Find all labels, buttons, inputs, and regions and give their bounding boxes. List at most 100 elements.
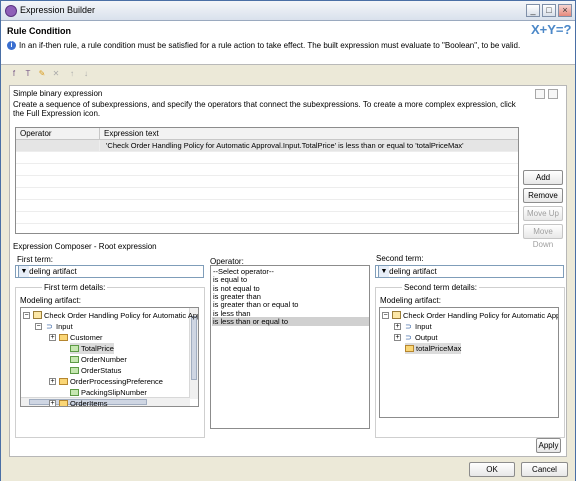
move-down-button[interactable]: Move Down — [523, 224, 563, 249]
second-term-tree[interactable]: − Check Order Handling Policy for Automat… — [379, 307, 559, 418]
binary-expression-description: Create a sequence of subexpressions, and… — [13, 100, 516, 118]
first-modeling-artifact-label: Modeling artifact: — [20, 296, 81, 305]
folder-icon — [59, 334, 68, 341]
tree-node[interactable]: totalPriceMax — [405, 343, 462, 354]
column-operator[interactable]: Operator — [16, 128, 100, 140]
tree-node[interactable]: PackingSlipNumber — [70, 387, 147, 398]
second-term-details-label: Second term details: — [402, 283, 479, 292]
remove-button[interactable]: Remove — [523, 188, 563, 203]
row-operator — [16, 140, 100, 152]
first-term-label: First term: — [17, 255, 53, 264]
input-icon: ⊃ — [405, 333, 412, 342]
tree-node-label: OrderNumber — [81, 355, 127, 364]
full-expression-icon[interactable]: f — [9, 69, 19, 79]
tree-node-label: OrderItems — [70, 399, 108, 407]
tree-node[interactable]: − Check Order Handling Policy for Automat… — [382, 310, 559, 321]
tree-node-label: Check Order Handling Policy for Automati… — [403, 311, 559, 320]
table-row[interactable]: 'Check Order Handling Policy for Automat… — [16, 140, 518, 152]
expression-builder-logo-icon: X+Y=? — [531, 22, 572, 37]
table-row-empty — [16, 188, 518, 200]
tree-node[interactable]: TotalPrice — [70, 343, 114, 354]
expression-table[interactable]: Operator Expression text 'Check Order Ha… — [15, 127, 519, 234]
first-term-tree[interactable]: − Check Order Handling Policy for Automat… — [20, 307, 199, 407]
operator-list[interactable]: --Select operator-- is equal to is not equ… — [210, 265, 370, 429]
expand-icon[interactable]: + — [49, 334, 56, 341]
tree-node[interactable]: + ⊃ Input — [394, 321, 432, 332]
second-term-select[interactable]: Modeling artifact ▼ — [375, 265, 564, 278]
folder-icon — [405, 345, 414, 352]
tree-view-icon[interactable] — [548, 89, 558, 99]
dialog-description: In an if-then rule, a rule condition mus… — [19, 41, 521, 50]
collapse-icon[interactable]: − — [35, 323, 42, 330]
tree-node[interactable]: OrderStatus — [70, 365, 121, 376]
tree-node[interactable]: + ⊃ Output — [394, 332, 438, 343]
table-row-empty — [16, 152, 518, 164]
add-button[interactable]: Add — [523, 170, 563, 185]
collapse-icon[interactable]: − — [23, 312, 30, 319]
chevron-down-icon[interactable]: ▼ — [378, 266, 389, 277]
tree-node-label: totalPriceMax — [416, 344, 462, 353]
dialog-title: Rule Condition — [7, 26, 71, 36]
up-arrow-icon[interactable]: ↑ — [67, 69, 77, 79]
maximize-button[interactable]: □ — [542, 4, 556, 17]
delete-icon[interactable]: ✕ — [51, 69, 61, 79]
folder-icon — [59, 400, 68, 406]
cancel-button[interactable]: Cancel — [521, 462, 568, 477]
expand-icon[interactable]: + — [49, 378, 56, 385]
tree-node[interactable]: − Check Order Handling Policy for Automat… — [23, 310, 199, 321]
scrollbar[interactable] — [189, 308, 198, 399]
tree-node[interactable]: − ⊃ Input — [35, 321, 73, 332]
tree-node-label: OrderProcessingPreference — [70, 377, 163, 386]
app-icon — [5, 5, 17, 17]
close-button[interactable]: × — [558, 4, 572, 17]
down-arrow-icon[interactable]: ↓ — [81, 69, 91, 79]
tree-node[interactable]: OrderNumber — [70, 354, 127, 365]
second-term-label: Second term: — [376, 254, 424, 263]
row-expression-text: 'Check Order Handling Policy for Automat… — [100, 140, 518, 152]
tree-node[interactable]: + Customer — [49, 332, 103, 343]
minimize-button[interactable]: _ — [526, 4, 540, 17]
field-icon — [70, 345, 79, 352]
column-expression-text[interactable]: Expression text — [100, 128, 518, 140]
field-icon — [70, 367, 79, 374]
tree-node[interactable]: + OrderItems — [49, 398, 108, 407]
table-row-empty — [16, 164, 518, 176]
title-bar[interactable]: Expression Builder _ □ × — [1, 1, 575, 21]
table-row-empty — [16, 212, 518, 224]
table-row-empty — [16, 176, 518, 188]
folder-icon — [59, 378, 68, 385]
operator-option[interactable]: is less than or equal to — [212, 316, 369, 326]
move-up-button[interactable]: Move Up — [523, 206, 563, 221]
edit-icon[interactable]: ✎ — [37, 69, 47, 79]
tree-node-label: TotalPrice — [81, 344, 114, 353]
document-icon — [392, 311, 401, 319]
tree-node-label: PackingSlipNumber — [81, 388, 147, 397]
dialog-header: Rule Condition i In an if-then rule, a r… — [1, 21, 575, 65]
apply-button[interactable]: Apply — [536, 438, 561, 453]
tree-node[interactable]: + OrderProcessingPreference — [49, 376, 163, 387]
expand-icon[interactable]: + — [49, 400, 56, 406]
tree-node-label: Output — [415, 333, 438, 342]
ok-button[interactable]: OK — [469, 462, 515, 477]
tree-node-label: OrderStatus — [81, 366, 122, 375]
info-icon: i — [7, 41, 16, 50]
tree-node-label: Check Order Handling Policy for Automati… — [44, 311, 199, 320]
layout-icon[interactable] — [535, 89, 545, 99]
expression-builder-window: Expression Builder _ □ × Rule Condition … — [0, 0, 576, 481]
binary-expression-title: Simple binary expression — [13, 89, 103, 98]
field-icon — [70, 389, 79, 396]
scrollbar-thumb[interactable] — [191, 316, 197, 380]
collapse-icon[interactable]: − — [382, 312, 389, 319]
expression-panel: Simple binary expression Create a sequen… — [9, 85, 567, 457]
input-icon: ⊃ — [405, 322, 412, 331]
binary-expression-icon[interactable]: T — [23, 69, 33, 79]
window-title: Expression Builder — [20, 5, 96, 15]
first-term-select[interactable]: Modeling artifact ▼ — [15, 265, 204, 278]
second-modeling-artifact-label: Modeling artifact: — [380, 296, 441, 305]
chevron-down-icon[interactable]: ▼ — [18, 266, 29, 277]
expand-icon[interactable]: + — [394, 323, 401, 330]
input-icon: ⊃ — [46, 322, 53, 331]
tree-node-label: Customer — [70, 333, 103, 342]
expand-icon[interactable]: + — [394, 334, 401, 341]
tree-node-label: Input — [415, 322, 432, 331]
